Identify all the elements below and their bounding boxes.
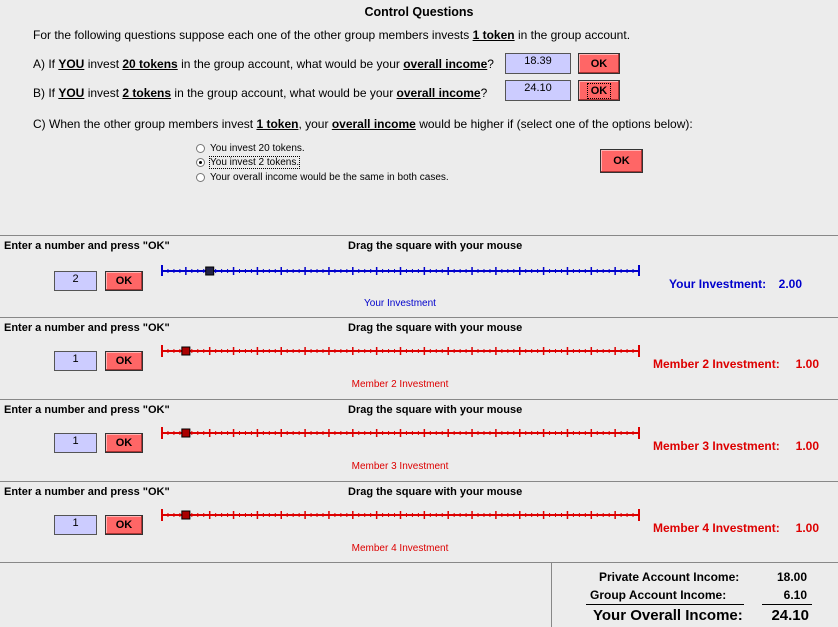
overall-income-value: 24.10	[771, 607, 809, 624]
question-a-text: A) If YOU invest 20 tokens in the group …	[33, 57, 494, 71]
investment-input[interactable]: 1	[54, 433, 97, 453]
investment-ok-button[interactable]: OK	[105, 515, 143, 535]
divider	[586, 604, 744, 605]
slider-handle[interactable]	[181, 510, 191, 520]
investment-value: 1.00	[795, 439, 819, 453]
question-b-text: B) If YOU invest 2 tokens in the group a…	[33, 86, 488, 100]
question-a-answer-field[interactable]: 18.39	[505, 53, 571, 74]
divider	[762, 604, 812, 605]
option-invest-20[interactable]: You invest 20 tokens.	[196, 143, 305, 154]
panel-member-2: Enter a number and press "OK" Drag the s…	[0, 317, 838, 399]
group-income-label: Group Account Income:	[590, 588, 727, 602]
slider-handle[interactable]	[181, 428, 191, 438]
enter-number-label: Enter a number and press "OK"	[4, 486, 170, 498]
question-b-ok-button[interactable]: OK	[578, 80, 620, 101]
intro-text: For the following questions suppose each…	[33, 28, 631, 42]
income-summary: Private Account Income: 18.00 Group Acco…	[0, 562, 838, 627]
investment-slider[interactable]: 01234567891011121314151617181920	[158, 400, 658, 440]
enter-number-label: Enter a number and press "OK"	[4, 404, 170, 416]
slider-caption: Your Investment	[364, 298, 436, 309]
investment-ok-button[interactable]: OK	[105, 351, 143, 371]
question-c-ok-button[interactable]: OK	[600, 149, 643, 173]
investment-ok-button[interactable]: OK	[105, 271, 143, 291]
investment-slider[interactable]: 01234567891011121314151617181920	[158, 318, 658, 358]
question-b-answer-field[interactable]: 24.10	[505, 80, 571, 101]
investment-label: Your Investment:	[669, 277, 767, 291]
control-questions-title: Control Questions	[364, 5, 474, 19]
investment-label: Member 3 Investment:	[653, 439, 780, 453]
option-invest-2[interactable]: You invest 2 tokens.	[196, 156, 301, 169]
option-same-income[interactable]: Your overall income would be the same in…	[196, 172, 449, 183]
panel-member-3: Enter a number and press "OK" Drag the s…	[0, 399, 838, 481]
panel-member-4: Enter a number and press "OK" Drag the s…	[0, 481, 838, 562]
enter-number-label: Enter a number and press "OK"	[4, 240, 170, 252]
investment-slider[interactable]: 01234567891011121314151617181920	[158, 236, 658, 276]
investment-slider[interactable]: 01234567891011121314151617181920	[158, 482, 658, 522]
slider-handle[interactable]	[181, 346, 191, 356]
radio-button-checked-icon[interactable]	[196, 158, 205, 167]
enter-number-label: Enter a number and press "OK"	[4, 322, 170, 334]
question-c-text: C) When the other group members invest 1…	[33, 117, 693, 131]
slider-caption: Member 2 Investment	[351, 379, 449, 390]
intro-token: 1 token	[472, 28, 515, 42]
investment-value: 1.00	[795, 521, 819, 535]
investment-value: 2.00	[778, 277, 802, 291]
panel-your-investment: Enter a number and press "OK" Drag the s…	[0, 235, 838, 317]
slider-caption: Member 3 Investment	[351, 461, 449, 472]
group-income-value: 6.10	[783, 588, 807, 602]
control-questions-section: Control Questions For the following ques…	[0, 0, 838, 235]
investment-value: 1.00	[795, 357, 819, 371]
investment-ok-button[interactable]: OK	[105, 433, 143, 453]
slider-caption: Member 4 Investment	[351, 543, 449, 554]
investment-input[interactable]: 1	[54, 515, 97, 535]
overall-income-label: Your Overall Income:	[593, 607, 743, 624]
investment-label: Member 2 Investment:	[653, 357, 780, 371]
slider-handle[interactable]	[205, 266, 215, 276]
radio-button-icon[interactable]	[196, 144, 205, 153]
private-income-value: 18.00	[776, 570, 807, 584]
income-summary-box: Private Account Income: 18.00 Group Acco…	[551, 563, 838, 627]
question-a-ok-button[interactable]: OK	[578, 53, 620, 74]
investment-input[interactable]: 2	[54, 271, 97, 291]
investment-label: Member 4 Investment:	[653, 521, 780, 535]
private-income-label: Private Account Income:	[599, 570, 740, 584]
radio-button-icon[interactable]	[196, 173, 205, 182]
investment-input[interactable]: 1	[54, 351, 97, 371]
